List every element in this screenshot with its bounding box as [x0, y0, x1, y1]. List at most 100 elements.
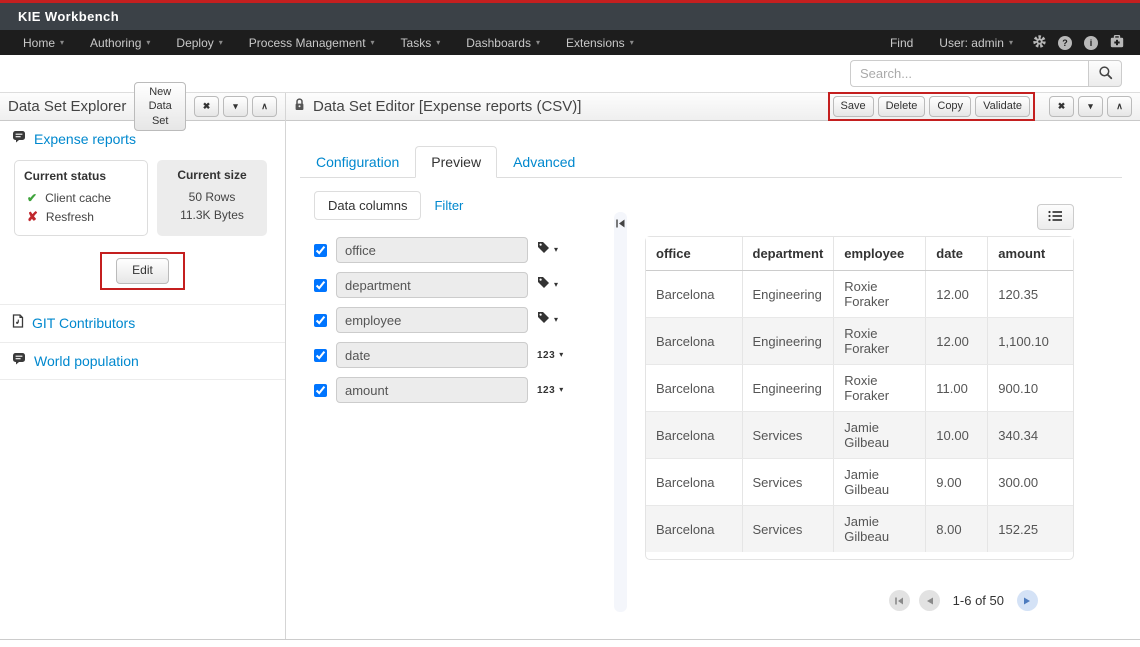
nav-menu-home[interactable]: Home▾	[10, 30, 77, 55]
search-button[interactable]	[1088, 60, 1122, 87]
table-row[interactable]: Barcelona Engineering Roxie Foraker 12.0…	[646, 318, 1073, 365]
next-page-button[interactable]	[1017, 590, 1038, 611]
chevron-down-icon: ▾	[60, 39, 64, 47]
column-checkbox[interactable]	[314, 314, 327, 327]
edit-button-area: Edit	[0, 252, 285, 290]
column-name-field[interactable]	[336, 307, 528, 333]
tab-preview[interactable]: Preview	[415, 146, 497, 178]
column-header-amount[interactable]: amount	[988, 237, 1073, 271]
dataset-detail-cards: Current status ✔ Client cache ✘ Resfresh…	[0, 157, 285, 236]
chevron-up-icon: ∧	[1116, 101, 1123, 113]
column-name-field[interactable]	[336, 272, 528, 298]
new-data-set-button[interactable]: New Data Set	[134, 82, 186, 131]
chevron-down-icon: ▾	[536, 39, 540, 47]
table-row[interactable]: Barcelona Services Jamie Gilbeau 9.00 30…	[646, 459, 1073, 506]
nav-menu-dashboards[interactable]: Dashboards ▾	[453, 30, 553, 55]
data-columns-pane: Data columns Filter ▾	[300, 178, 608, 612]
prev-page-button[interactable]	[919, 590, 940, 611]
panel-menu-button[interactable]: ▾	[1078, 96, 1103, 117]
first-page-button[interactable]	[889, 590, 910, 611]
nav-find[interactable]: Find	[877, 30, 926, 55]
table-row[interactable]: Barcelona Engineering Roxie Foraker 12.0…	[646, 271, 1073, 318]
column-type-dropdown[interactable]: ▾	[537, 311, 571, 329]
nav-menu-deploy[interactable]: Deploy▾	[163, 30, 235, 55]
column-checkbox[interactable]	[314, 244, 327, 257]
cell-date: 12.00	[926, 318, 988, 365]
gear-icon	[1032, 34, 1047, 52]
column-header-date[interactable]: date	[926, 237, 988, 271]
nav-right-group: Find User: admin▾ ? i	[877, 30, 1130, 55]
number-type-icon: 123	[537, 385, 555, 396]
nav-menu-extensions[interactable]: Extensions▾	[553, 30, 647, 55]
data-set-editor-panel: Data Set Editor [Expense reports (CSV)] …	[286, 93, 1140, 639]
nav-user-menu[interactable]: User: admin▾	[926, 30, 1026, 55]
collapse-left-icon[interactable]	[614, 218, 627, 229]
subtab-data-columns[interactable]: Data columns	[314, 191, 421, 220]
nav-menu-label: Dashboards	[466, 36, 531, 50]
collapse-panel-button[interactable]: ∧	[1107, 96, 1132, 117]
current-size-title: Current size	[166, 168, 258, 182]
search-icon	[1098, 65, 1113, 83]
column-type-dropdown[interactable]: ▾	[537, 276, 571, 294]
column-type-dropdown[interactable]: ▾	[537, 241, 571, 259]
column-name-field[interactable]	[336, 237, 528, 263]
data-grid: office department employee date amount	[645, 236, 1074, 560]
edit-button[interactable]: Edit	[116, 258, 169, 284]
nav-menu-authoring[interactable]: Authoring▾	[77, 30, 163, 55]
chevron-down-icon: ▾	[233, 101, 238, 113]
column-checkbox[interactable]	[314, 384, 327, 397]
preview-grid-pane: office department employee date amount	[627, 178, 1122, 612]
save-button[interactable]: Save	[833, 96, 874, 116]
column-row-department: ▾	[314, 272, 608, 298]
help-button[interactable]: ?	[1052, 30, 1078, 55]
panel-menu-button[interactable]: ▾	[223, 96, 248, 117]
lock-icon	[294, 98, 305, 116]
check-icon: ✔	[27, 191, 37, 205]
cell-amount: 152.25	[988, 506, 1073, 553]
editor-header: Data Set Editor [Expense reports (CSV)] …	[286, 93, 1140, 121]
cell-office: Barcelona	[646, 412, 742, 459]
nav-menu-process-management[interactable]: Process Management▾	[236, 30, 388, 55]
column-header-department[interactable]: department	[742, 237, 834, 271]
dataset-item-world-population[interactable]: World population	[0, 343, 285, 380]
close-panel-button[interactable]: ✖	[194, 96, 219, 117]
tab-configuration[interactable]: Configuration	[300, 146, 415, 178]
nav-menu-label: Process Management	[249, 36, 366, 50]
settings-button[interactable]	[1026, 30, 1052, 55]
column-picker-button[interactable]	[1037, 204, 1074, 230]
table-header-row: office department employee date amount	[646, 237, 1073, 271]
table-row[interactable]: Barcelona Services Jamie Gilbeau 8.00 15…	[646, 506, 1073, 553]
copy-button[interactable]: Copy	[929, 96, 971, 116]
editor-body: Configuration Preview Advanced Data colu…	[286, 146, 1140, 612]
nav-menu-group: Home▾ Authoring▾ Deploy▾ Process Managem…	[10, 30, 647, 55]
cell-department: Services	[742, 412, 834, 459]
column-header-office[interactable]: office	[646, 237, 742, 271]
table-row[interactable]: Barcelona Engineering Roxie Foraker 11.0…	[646, 365, 1073, 412]
column-checkbox[interactable]	[314, 349, 327, 362]
delete-button[interactable]: Delete	[878, 96, 926, 116]
about-button[interactable]: i	[1078, 30, 1104, 55]
preview-subtabs: Data columns Filter	[314, 191, 608, 220]
column-header-employee[interactable]: employee	[834, 237, 926, 271]
nav-menu-tasks[interactable]: Tasks▾	[388, 30, 454, 55]
column-name-field[interactable]	[336, 342, 528, 368]
table-row[interactable]: Barcelona Services Jamie Gilbeau 10.00 3…	[646, 412, 1073, 459]
report-issue-button[interactable]	[1104, 30, 1130, 55]
collapse-panel-button[interactable]: ∧	[252, 96, 277, 117]
tag-icon	[537, 276, 550, 294]
cell-amount: 340.34	[988, 412, 1073, 459]
dataset-item-git-contributors[interactable]: GIT Contributors	[0, 305, 285, 343]
search-input[interactable]	[850, 60, 1088, 87]
tab-advanced[interactable]: Advanced	[497, 146, 591, 178]
subtab-filter[interactable]: Filter	[421, 192, 476, 219]
close-panel-button[interactable]: ✖	[1049, 96, 1074, 117]
column-name-field[interactable]	[336, 377, 528, 403]
validate-button[interactable]: Validate	[975, 96, 1030, 116]
nav-menu-label: Authoring	[90, 36, 141, 50]
app-title: KIE Workbench	[18, 9, 119, 24]
column-checkbox[interactable]	[314, 279, 327, 292]
column-type-dropdown[interactable]: 123 ▾	[537, 385, 571, 396]
current-status-card: Current status ✔ Client cache ✘ Resfresh	[14, 160, 148, 236]
column-type-dropdown[interactable]: 123 ▾	[537, 350, 571, 361]
panel-splitter[interactable]	[614, 212, 627, 612]
